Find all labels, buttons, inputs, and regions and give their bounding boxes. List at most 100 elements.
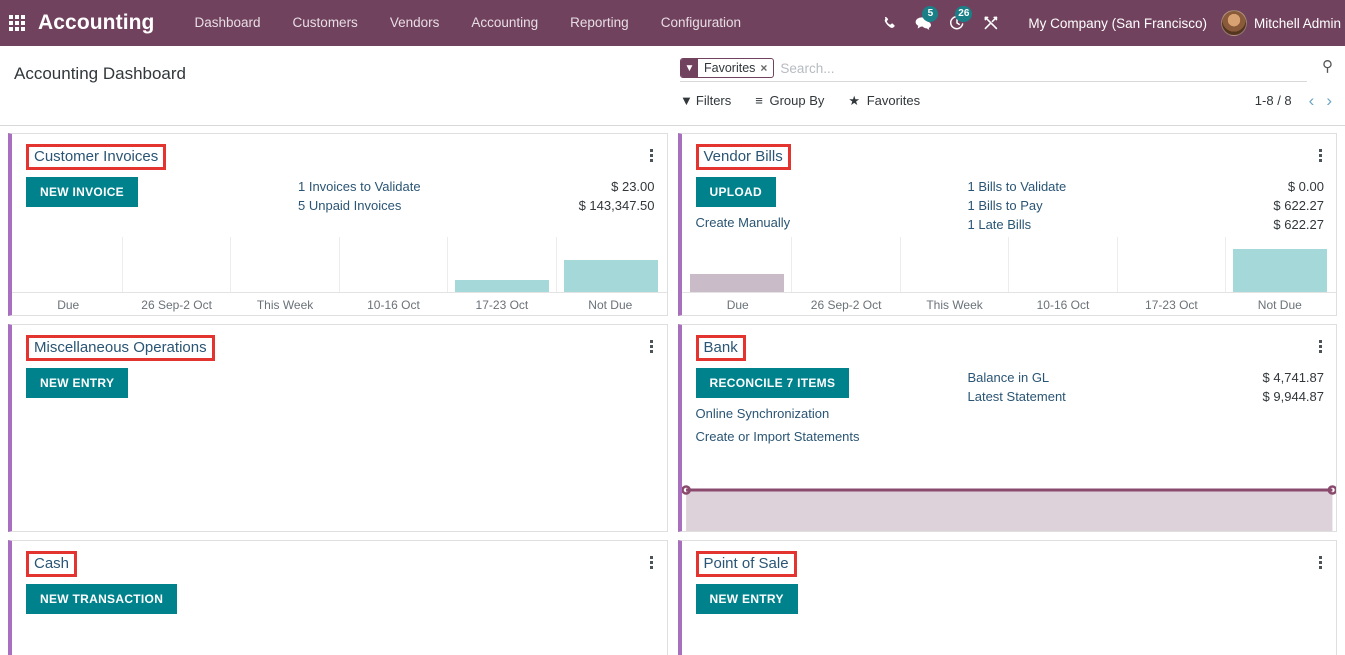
stat-row: Balance in GL $ 4,741.87 [968,368,1325,387]
chart-column[interactable] [230,237,339,292]
card-actions: NEW ENTRY [696,584,968,614]
card-actions: NEW TRANSACTION [26,584,298,614]
card-title-cash[interactable]: Cash [26,551,77,577]
upload-button[interactable]: UPLOAD [696,177,776,207]
chart-column[interactable] [339,237,448,292]
stat-value: $ 143,347.50 [579,196,655,215]
kebab-menu-icon[interactable] [1319,144,1326,162]
menu-item-customers[interactable]: Customers [277,0,374,46]
card-title-vendor-bills[interactable]: Vendor Bills [696,144,791,170]
menu-item-vendors[interactable]: Vendors [374,0,456,46]
pager-next-button[interactable]: › [1321,92,1337,109]
card-bank[interactable]: Bank RECONCILE 7 ITEMS Online Synchroniz… [678,324,1338,532]
company-selector[interactable]: My Company (San Francisco) [1008,16,1221,31]
user-menu[interactable]: Mitchell Admin [1221,10,1345,36]
kebab-menu-icon[interactable] [650,335,657,353]
chart-column[interactable] [1117,237,1226,292]
chart-column[interactable] [1225,237,1334,292]
stat-value: $ 9,944.87 [1263,387,1324,406]
filters-dropdown[interactable]: ▼Filters [680,93,731,108]
chart-column[interactable] [791,237,900,292]
card-customer-invoices[interactable]: Customer Invoices NEW INVOICE 1 Invoices… [8,133,668,316]
stat-row: 1 Invoices to Validate $ 23.00 [298,177,655,196]
navbar-right-cluster: 5 26 My Company (San Francisco) Mitchell… [872,0,1345,46]
card-actions: NEW ENTRY [26,368,298,398]
menu-item-configuration[interactable]: Configuration [645,0,757,46]
chart-column[interactable] [1008,237,1117,292]
groupby-dropdown[interactable]: ≡ Group By [755,93,824,108]
control-panel-buttons: ▼Filters ≡ Group By ★ Favorites 1-8 / 8 … [680,92,1337,109]
groupby-label: Group By [769,93,824,108]
card-point-of-sale[interactable]: Point of Sale NEW ENTRY [678,540,1338,655]
tools-wrench-icon[interactable] [974,0,1008,46]
user-name-label: Mitchell Admin [1254,16,1341,31]
stat-row: 1 Late Bills $ 622.27 [968,215,1325,234]
card-title-miscellaneous-operations[interactable]: Miscellaneous Operations [26,335,215,361]
card-vendor-bills[interactable]: Vendor Bills UPLOAD Create Manually 1 Bi… [678,133,1338,316]
card-actions: RECONCILE 7 ITEMS Online Synchronization… [696,368,968,444]
new-invoice-button[interactable]: NEW INVOICE [26,177,138,207]
page-title: Accounting Dashboard [14,64,186,84]
create-manually-link[interactable]: Create Manually [696,215,968,230]
kebab-menu-icon[interactable] [650,144,657,162]
chart-column[interactable] [122,237,231,292]
reconcile-items-button[interactable]: RECONCILE 7 ITEMS [696,368,850,398]
kebab-menu-icon[interactable] [1319,551,1326,569]
chart-bar[interactable] [455,280,549,292]
search-magnifier-icon[interactable]: ⚲ [1322,57,1333,75]
card-title-customer-invoices[interactable]: Customer Invoices [26,144,166,170]
stat-label[interactable]: 1 Late Bills [968,215,1032,234]
chart-column[interactable] [556,237,665,292]
menu-item-dashboard[interactable]: Dashboard [179,0,277,46]
pager-previous-button[interactable]: ‹ [1304,92,1320,109]
pager: 1-8 / 8 ‹ › [1255,92,1337,109]
chart-bar[interactable] [1233,249,1327,292]
menu-item-reporting[interactable]: Reporting [554,0,645,46]
chart-column[interactable] [14,237,122,292]
new-transaction-button[interactable]: NEW TRANSACTION [26,584,177,614]
stat-label[interactable]: 1 Bills to Validate [968,177,1067,196]
stat-label[interactable]: 1 Invoices to Validate [298,177,421,196]
stat-label[interactable]: 5 Unpaid Invoices [298,196,401,215]
stat-label[interactable]: 1 Bills to Pay [968,196,1043,215]
card-actions: NEW INVOICE [26,177,298,215]
card-body: UPLOAD Create Manually 1 Bills to Valida… [682,170,1337,234]
new-entry-button[interactable]: NEW ENTRY [26,368,128,398]
new-entry-button[interactable]: NEW ENTRY [696,584,798,614]
search-input[interactable] [774,61,1307,76]
control-panel: Accounting Dashboard ▼ Favorites × ⚲ ▼Fi… [0,46,1345,126]
stat-label[interactable]: Latest Statement [968,387,1066,406]
chart-bar[interactable] [690,274,784,292]
facet-remove-icon[interactable]: × [760,61,773,75]
kebab-menu-icon[interactable] [1319,335,1326,353]
favorites-dropdown[interactable]: ★ Favorites [848,93,920,109]
card-miscellaneous-operations[interactable]: Miscellaneous Operations NEW ENTRY [8,324,668,532]
online-synchronization-link[interactable]: Online Synchronization [696,406,968,421]
card-stats: 1 Invoices to Validate $ 23.00 5 Unpaid … [298,177,655,215]
app-brand-title[interactable]: Accounting [34,11,163,35]
facet-label: Favorites [698,61,760,75]
messages-icon[interactable]: 5 [906,0,940,46]
apps-grid-icon[interactable] [0,0,34,46]
card-header: Vendor Bills [682,134,1337,170]
activity-clock-icon[interactable]: 26 [940,0,974,46]
card-stats: 1 Bills to Validate $ 0.00 1 Bills to Pa… [968,177,1325,234]
chart-column[interactable] [447,237,556,292]
search-facet-favorites[interactable]: ▼ Favorites × [680,58,774,78]
create-import-statements-link[interactable]: Create or Import Statements [696,429,968,444]
chart-x-label: Due [14,293,122,312]
chart-column[interactable] [900,237,1009,292]
card-cash[interactable]: Cash NEW TRANSACTION [8,540,668,655]
avatar [1221,10,1247,36]
stat-label[interactable]: Balance in GL [968,368,1050,387]
menu-item-accounting[interactable]: Accounting [455,0,554,46]
stat-value: $ 622.27 [1273,196,1324,215]
activity-badge: 26 [955,6,972,22]
stat-row: Latest Statement $ 9,944.87 [968,387,1325,406]
kebab-menu-icon[interactable] [650,551,657,569]
chart-column[interactable] [684,237,792,292]
phone-icon[interactable] [872,0,906,46]
chart-bar[interactable] [564,260,658,292]
card-title-bank[interactable]: Bank [696,335,746,361]
card-title-point-of-sale[interactable]: Point of Sale [696,551,797,577]
